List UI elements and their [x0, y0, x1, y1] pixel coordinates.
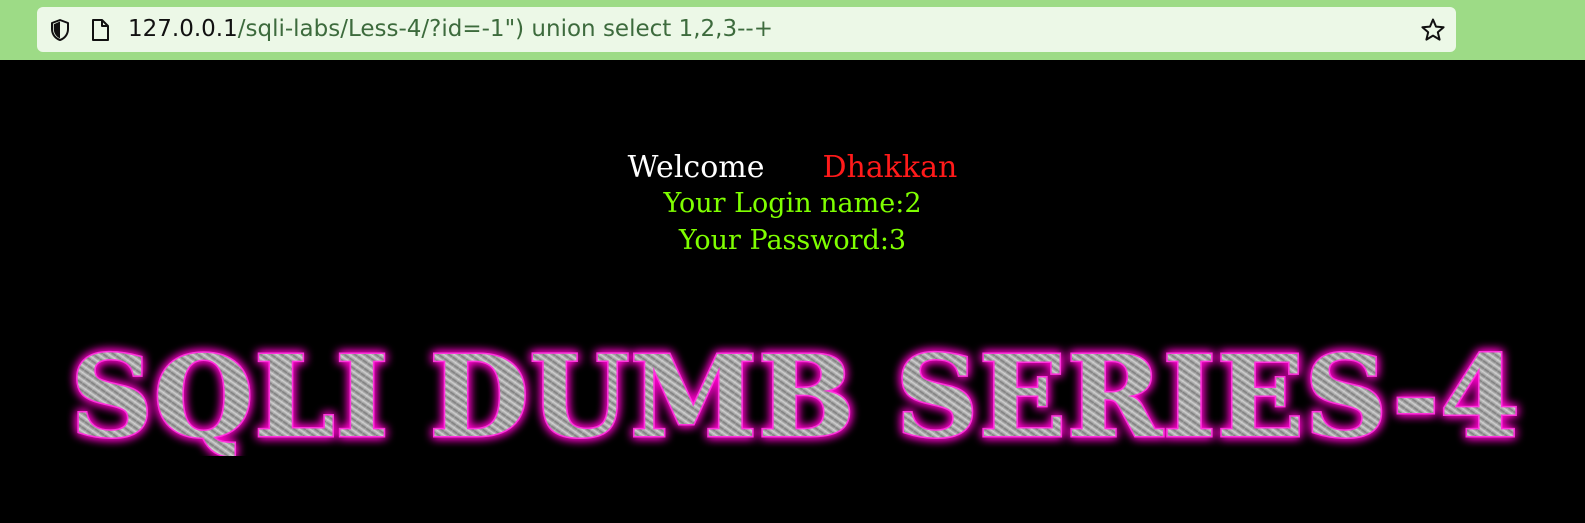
- welcome-username: Dhakkan: [822, 150, 958, 185]
- url-text[interactable]: 127.0.0.1/sqli-labs/Less-4/?id=-1") unio…: [128, 7, 773, 52]
- browser-toolbar: 127.0.0.1/sqli-labs/Less-4/?id=-1") unio…: [0, 0, 1585, 60]
- bookmark-star-icon[interactable]: [1420, 17, 1446, 43]
- login-name-line: Your Login name:2: [663, 188, 922, 219]
- banner-logo: SQLI DUMB SERIES-4: [69, 338, 1522, 456]
- url-path: /sqli-labs/Less-4/?id=-1") union select …: [237, 16, 773, 42]
- page-icon: [87, 17, 113, 43]
- url-host: 127.0.0.1: [128, 16, 238, 42]
- password-line: Your Password:3: [678, 225, 907, 256]
- address-bar[interactable]: 127.0.0.1/sqli-labs/Less-4/?id=-1") unio…: [37, 7, 1456, 52]
- welcome-text: Welcome: [627, 150, 765, 185]
- shield-icon[interactable]: [47, 17, 73, 43]
- welcome-line: Welcome Dhakkan: [0, 150, 1585, 186]
- banner-text: SQLI DUMB SERIES-4: [70, 338, 1520, 456]
- page-content: Welcome Dhakkan Your Login name:2 Your Pa…: [0, 60, 1585, 523]
